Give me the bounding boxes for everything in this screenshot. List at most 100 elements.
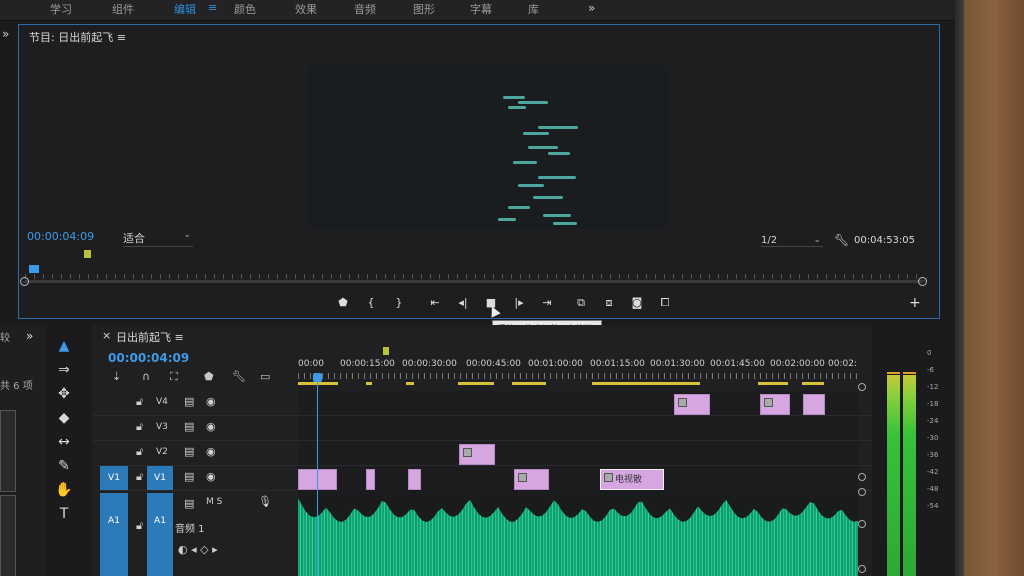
sync-lock-icon[interactable]: ▤ (184, 497, 194, 510)
video-clip[interactable] (459, 444, 495, 465)
sequence-tab[interactable]: 日出前起飞 ≡ (116, 329, 184, 345)
scroll-handle[interactable] (858, 383, 866, 391)
lock-icon[interactable]: 🔓︎ (136, 519, 143, 533)
hand-tool-icon[interactable]: ✋ (48, 482, 80, 498)
add-marker-icon[interactable]: ⬟ (204, 370, 214, 383)
go-to-out-button[interactable]: ⇥ (539, 296, 555, 309)
track-lane[interactable]: 电视散 (298, 466, 858, 490)
microphone-icon[interactable]: 🎙︎ (258, 495, 272, 508)
pen-tool-icon[interactable]: ✎ (48, 458, 80, 474)
comparison-view-button[interactable]: ⧠ (657, 296, 673, 310)
video-clip[interactable] (408, 469, 421, 490)
video-clip-tv[interactable]: 电视散 (600, 469, 664, 490)
track-label-v1[interactable]: V1 (147, 466, 173, 490)
monitor-playhead[interactable] (29, 265, 39, 273)
captions-icon[interactable]: ▭ (260, 370, 270, 383)
step-forward-button[interactable]: |▸ (511, 296, 527, 309)
timeline-timecode[interactable]: 00:00:04:09 (108, 351, 189, 365)
snap-icon[interactable]: ∩ (142, 370, 150, 383)
track-select-tool-icon[interactable]: ⇒ (48, 362, 80, 378)
workspace-tab[interactable]: 效果 (295, 1, 317, 17)
marker-button[interactable]: ⬟ (335, 296, 351, 309)
program-monitor-title[interactable]: 节目: 日出前起飞 ≡ (29, 29, 126, 45)
vertical-scrollbar[interactable] (858, 383, 866, 573)
lock-icon[interactable]: 🔓︎ (136, 420, 143, 434)
track-lane[interactable] (298, 416, 858, 440)
video-clip[interactable] (514, 469, 549, 490)
step-back-button[interactable]: ◂| (455, 296, 471, 309)
track-lane[interactable] (298, 441, 858, 465)
video-clip[interactable] (366, 469, 375, 490)
playhead-handle[interactable] (313, 373, 322, 382)
video-clip[interactable] (760, 394, 790, 415)
video-clip[interactable] (674, 394, 710, 415)
workspace-tab[interactable]: 学习 (50, 1, 72, 17)
close-icon[interactable]: × (102, 329, 111, 342)
workspace-tab[interactable]: 音频 (354, 1, 376, 17)
video-clip[interactable] (803, 394, 825, 415)
time-ruler[interactable]: 00:00 00:00:15:00 00:00:30:00 00:00:45:00 00… (298, 355, 858, 380)
lock-icon[interactable]: 🔓︎ (136, 445, 143, 459)
resolution-dropdown[interactable]: 1/2 ⌄ (761, 235, 823, 247)
nest-icon[interactable]: ⇣ (112, 370, 121, 383)
export-frame-button[interactable]: ◙ (629, 296, 645, 309)
sync-lock-icon[interactable]: ▤ (184, 445, 194, 458)
monitor-ruler[interactable] (25, 268, 925, 281)
track-label-a1[interactable]: A1 (147, 493, 173, 576)
lock-icon[interactable]: 🔓︎ (136, 395, 143, 409)
fit-dropdown[interactable]: 适合 ⌄ (123, 230, 193, 247)
workspace-tab[interactable]: 组件 (112, 1, 134, 17)
monitor-zoom-bar[interactable] (23, 281, 923, 283)
scroll-handle[interactable] (858, 488, 866, 496)
project-thumbnail[interactable] (0, 495, 16, 576)
track-lane[interactable] (298, 391, 858, 415)
eye-icon[interactable]: ◉ (206, 470, 216, 483)
mark-out-button[interactable]: } (391, 296, 407, 309)
panel-menu-arrows[interactable]: » (2, 27, 9, 41)
settings-icon[interactable]: 🔧︎ (232, 370, 246, 383)
linked-selection-icon[interactable]: ⛶ (170, 370, 178, 384)
button-editor-button[interactable]: + (909, 295, 921, 311)
project-panel-tab[interactable]: 较 (0, 329, 10, 344)
type-tool-icon[interactable]: T (48, 506, 80, 522)
sync-lock-icon[interactable]: ▤ (184, 470, 194, 483)
slip-tool-icon[interactable]: ↔ (48, 434, 80, 450)
zoom-handle-left[interactable] (20, 277, 29, 286)
ripple-edit-tool-icon[interactable]: ✥ (48, 386, 80, 402)
eye-icon[interactable]: ◉ (206, 395, 216, 408)
scroll-handle[interactable] (858, 520, 866, 528)
scroll-handle[interactable] (858, 565, 866, 573)
workspace-tab[interactable]: 图形 (413, 1, 435, 17)
scroll-handle[interactable] (858, 473, 866, 481)
razor-tool-icon[interactable]: ◆ (48, 410, 80, 426)
wrench-icon[interactable]: 🔧︎ (834, 233, 849, 247)
workspace-tab[interactable]: 编辑 (174, 1, 196, 17)
mute-solo-buttons[interactable]: M S (206, 497, 222, 507)
workspace-tab[interactable]: 库 (528, 1, 539, 17)
zoom-handle-right[interactable] (918, 277, 927, 286)
workspace-tab[interactable]: 颜色 (234, 1, 256, 17)
workspace-tab[interactable]: 字幕 (470, 1, 492, 17)
source-patch-a1[interactable]: A1 (100, 493, 128, 576)
eye-icon[interactable]: ◉ (206, 445, 216, 458)
sync-lock-icon[interactable]: ▤ (184, 395, 194, 408)
selection-tool-icon[interactable]: ▲ (48, 338, 80, 354)
workspace-more-button[interactable]: » (588, 1, 595, 15)
eye-icon[interactable]: ◉ (206, 420, 216, 433)
audio-clip[interactable] (298, 490, 858, 576)
source-patch-v1[interactable]: V1 (100, 466, 128, 490)
sync-lock-icon[interactable]: ▤ (184, 420, 194, 433)
panel-menu-arrows[interactable]: » (26, 329, 33, 343)
workspace-tab[interactable]: ≡ (208, 1, 217, 14)
playhead-timecode[interactable]: 00:00:04:09 (27, 230, 94, 243)
project-thumbnail[interactable] (0, 410, 16, 492)
keyframe-nav-icon[interactable]: ◐ ◂ ◇ ▸ (178, 543, 218, 556)
overwrite-button[interactable]: ⧈ (601, 296, 617, 310)
mark-in-button[interactable]: { (363, 296, 379, 309)
water-sparkle (548, 152, 570, 155)
item-count: 共 6 项 (0, 381, 33, 392)
insert-button[interactable]: ⧉ (573, 296, 589, 310)
lock-icon[interactable]: 🔓︎ (136, 470, 143, 484)
go-to-in-button[interactable]: ⇤ (427, 296, 443, 309)
timeline-playhead[interactable] (317, 373, 318, 576)
